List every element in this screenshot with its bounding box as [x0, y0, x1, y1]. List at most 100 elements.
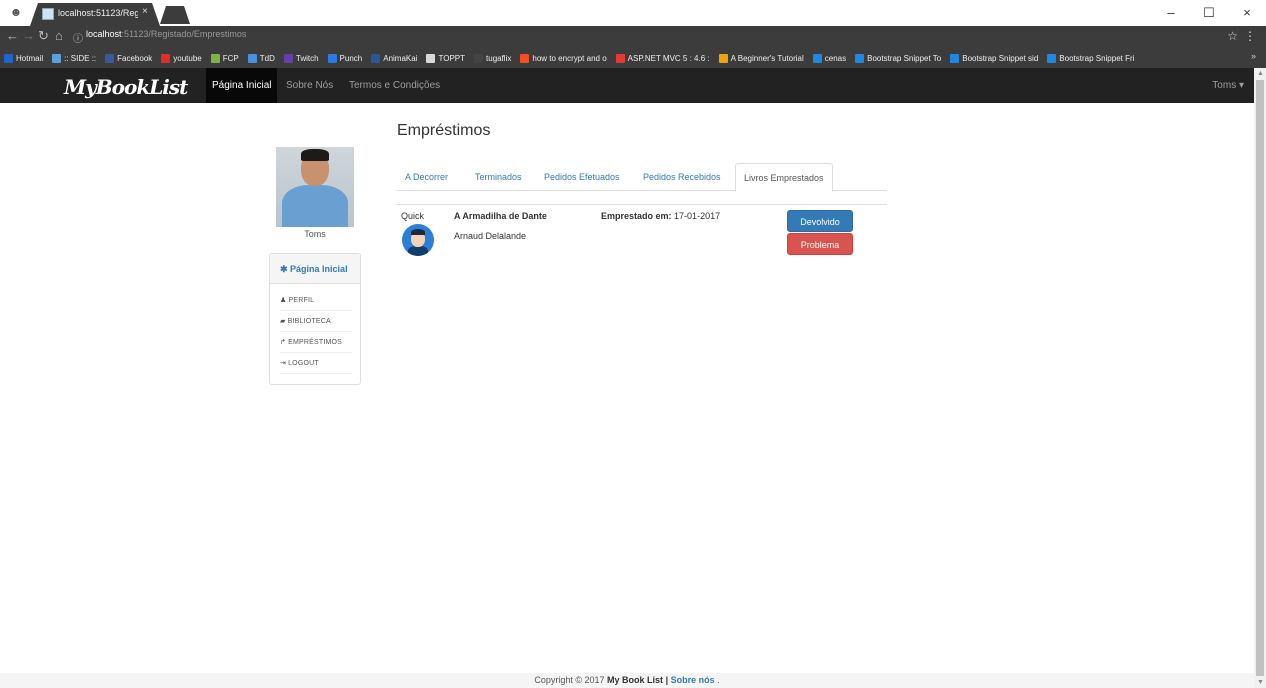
footer-site-name: My Book List: [607, 675, 664, 685]
address-bar: ← → ↻ ⌂ ⓘ localhost:51123/Registado/Empr…: [0, 26, 1266, 48]
reload-icon[interactable]: ↻: [38, 28, 49, 44]
problem-button[interactable]: Problema: [787, 233, 853, 255]
bookmark-item[interactable]: youtube: [161, 53, 202, 63]
bookmark-item[interactable]: TOPPT: [426, 53, 466, 63]
nav-about-link[interactable]: Sobre Nós: [280, 68, 339, 103]
close-window-button[interactable]: ×: [1228, 0, 1266, 26]
sidebar-heading[interactable]: ✱ Página Inicial: [270, 254, 360, 284]
loan-date-value: 17-01-2017: [674, 211, 721, 221]
bookmark-favicon-icon: [4, 53, 13, 63]
tab-pedidos-efetuados[interactable]: Pedidos Efetuados: [536, 163, 628, 191]
bookmark-favicon-icon: [161, 53, 171, 63]
tab-a-decorrer[interactable]: A Decorrer: [397, 163, 456, 191]
loan-row-divider: [397, 204, 887, 205]
bookmark-label: Bootstrap Snippet Fri: [1059, 53, 1135, 63]
sidebar-item-emprestimos[interactable]: ↱ EMPRÉSTIMOS: [280, 332, 352, 353]
page-title: Empréstimos: [397, 122, 491, 139]
restore-button[interactable]: ☐: [1190, 0, 1228, 26]
sidebar-item-biblioteca[interactable]: ▰ BIBLIOTECA: [280, 311, 352, 332]
bookmark-item[interactable]: ASP.NET MVC 5 : 4.6 :: [615, 53, 710, 63]
bookmark-favicon-icon: [520, 53, 530, 63]
bookmark-favicon-icon: [426, 53, 436, 63]
footer-dot: .: [717, 675, 720, 685]
bookmark-item[interactable]: Punch: [327, 53, 362, 63]
bookmark-label: TdD: [259, 53, 275, 63]
returned-button[interactable]: Devolvido: [787, 210, 853, 232]
bookmarks-overflow-icon[interactable]: »: [1251, 51, 1256, 61]
bookmark-favicon-icon: [327, 53, 337, 63]
bookmark-item[interactable]: how to encrypt and o: [520, 53, 607, 63]
home-icon[interactable]: ⌂: [55, 28, 63, 43]
user-icon: ♟: [280, 297, 287, 304]
bookmark-label: how to encrypt and o: [532, 53, 607, 63]
scroll-down-icon[interactable]: ▼: [1257, 679, 1264, 686]
bookmark-item[interactable]: Facebook: [105, 53, 153, 63]
footer-separator: |: [665, 675, 669, 685]
photo-hair: [301, 149, 329, 161]
minimize-button[interactable]: –: [1152, 0, 1190, 26]
tab-pedidos-recebidos[interactable]: Pedidos Recebidos: [635, 163, 729, 191]
incognito-icon: ☻: [9, 5, 23, 19]
bookmark-item[interactable]: A Beginner's Tutorial: [718, 53, 804, 63]
footer-copyright: Copyright © 2017: [534, 675, 605, 685]
nav-home-link[interactable]: Página Inicial: [206, 68, 278, 103]
browser-tab[interactable]: localhost:51123/Registad ×: [30, 3, 160, 26]
bookmark-item[interactable]: cenas: [812, 53, 846, 63]
bookmark-label: AnimaKai: [383, 53, 418, 63]
avatar-body: [408, 246, 428, 256]
loan-date: Emprestado em: 17-01-2017: [601, 211, 720, 221]
site-info-icon[interactable]: ⓘ: [73, 30, 83, 45]
app-navbar: MyBookList Página Inicial Sobre Nós Term…: [0, 68, 1254, 103]
back-arrow-icon[interactable]: ←: [6, 28, 19, 43]
profile-photo: [276, 147, 354, 227]
sidebar-item-perfil[interactable]: ♟ PERFIL: [280, 290, 352, 311]
sidebar-item-logout[interactable]: ⇥ LOGOUT: [280, 353, 352, 374]
book-author: Arnaud Delalande: [454, 231, 527, 241]
sidebar-item-label: EMPRÉSTIMOS: [288, 339, 343, 346]
tab-terminados[interactable]: Terminados: [467, 163, 530, 191]
forward-arrow-icon[interactable]: →: [22, 28, 35, 43]
bookmark-label: youtube: [173, 53, 202, 63]
bookmark-label: Bootstrap Snippet To: [867, 53, 942, 63]
bookmark-star-icon[interactable]: ☆: [1227, 29, 1238, 43]
bookmark-favicon-icon: [283, 53, 293, 63]
bookmark-item[interactable]: Hotmail: [4, 53, 44, 63]
bookmark-item[interactable]: TdD: [247, 53, 275, 63]
bookmark-favicon-icon: [247, 53, 257, 63]
bookmark-item[interactable]: Twitch: [283, 53, 319, 63]
bookmark-item[interactable]: :: SIDE ::: [52, 53, 97, 63]
page-footer: Copyright © 2017 My Book List | Sobre nó…: [0, 673, 1254, 688]
borrower-name: Quick: [401, 211, 425, 221]
scroll-up-icon[interactable]: ▲: [1257, 70, 1264, 77]
brand-logo[interactable]: MyBookList: [64, 75, 188, 99]
bookmark-label: A Beginner's Tutorial: [730, 53, 804, 63]
bookmark-label: FCP: [222, 53, 239, 63]
bookmark-favicon-icon: [950, 53, 960, 63]
bookmark-item[interactable]: Bootstrap Snippet To: [855, 53, 942, 63]
user-menu-dropdown[interactable]: Toms ▾: [1212, 68, 1244, 103]
menu-kebab-icon[interactable]: ⋮: [1244, 29, 1256, 43]
footer-about-link[interactable]: Sobre nós: [671, 675, 715, 685]
url-path: :51123/Registado/Emprestimos: [121, 29, 247, 39]
new-tab-button[interactable]: [160, 6, 190, 24]
bookmark-favicon-icon: [718, 53, 728, 63]
bookmark-item[interactable]: Bootstrap Snippet Fri: [1047, 53, 1135, 63]
bookmark-favicon-icon: [812, 53, 822, 63]
url-input[interactable]: localhost:51123/Registado/Emprestimos: [86, 29, 246, 39]
tab-close-icon[interactable]: ×: [142, 6, 148, 17]
bookmark-item[interactable]: FCP: [210, 53, 239, 63]
bookmark-label: Hotmail: [16, 53, 44, 63]
bookmark-favicon-icon: [615, 53, 625, 63]
bookmark-item[interactable]: Bootstrap Snippet sid: [950, 53, 1038, 63]
nav-terms-link[interactable]: Termos e Condições: [343, 68, 446, 103]
bookmark-label: :: SIDE ::: [64, 53, 97, 63]
bookmark-item[interactable]: tugaflix: [474, 53, 511, 63]
page-scrollbar[interactable]: ▲ ▼: [1254, 68, 1266, 688]
sidebar-item-label: PERFIL: [288, 297, 315, 304]
browser-tabstrip: ☻ localhost:51123/Registad × – ☐ ×: [0, 0, 1266, 26]
bookmark-label: Facebook: [117, 53, 153, 63]
scrollbar-thumb[interactable]: [1256, 80, 1264, 676]
bookmark-item[interactable]: AnimaKai: [371, 53, 418, 63]
tab-livros-emprestados[interactable]: Livros Emprestados: [735, 163, 833, 192]
bookmark-label: TOPPT: [438, 53, 466, 63]
